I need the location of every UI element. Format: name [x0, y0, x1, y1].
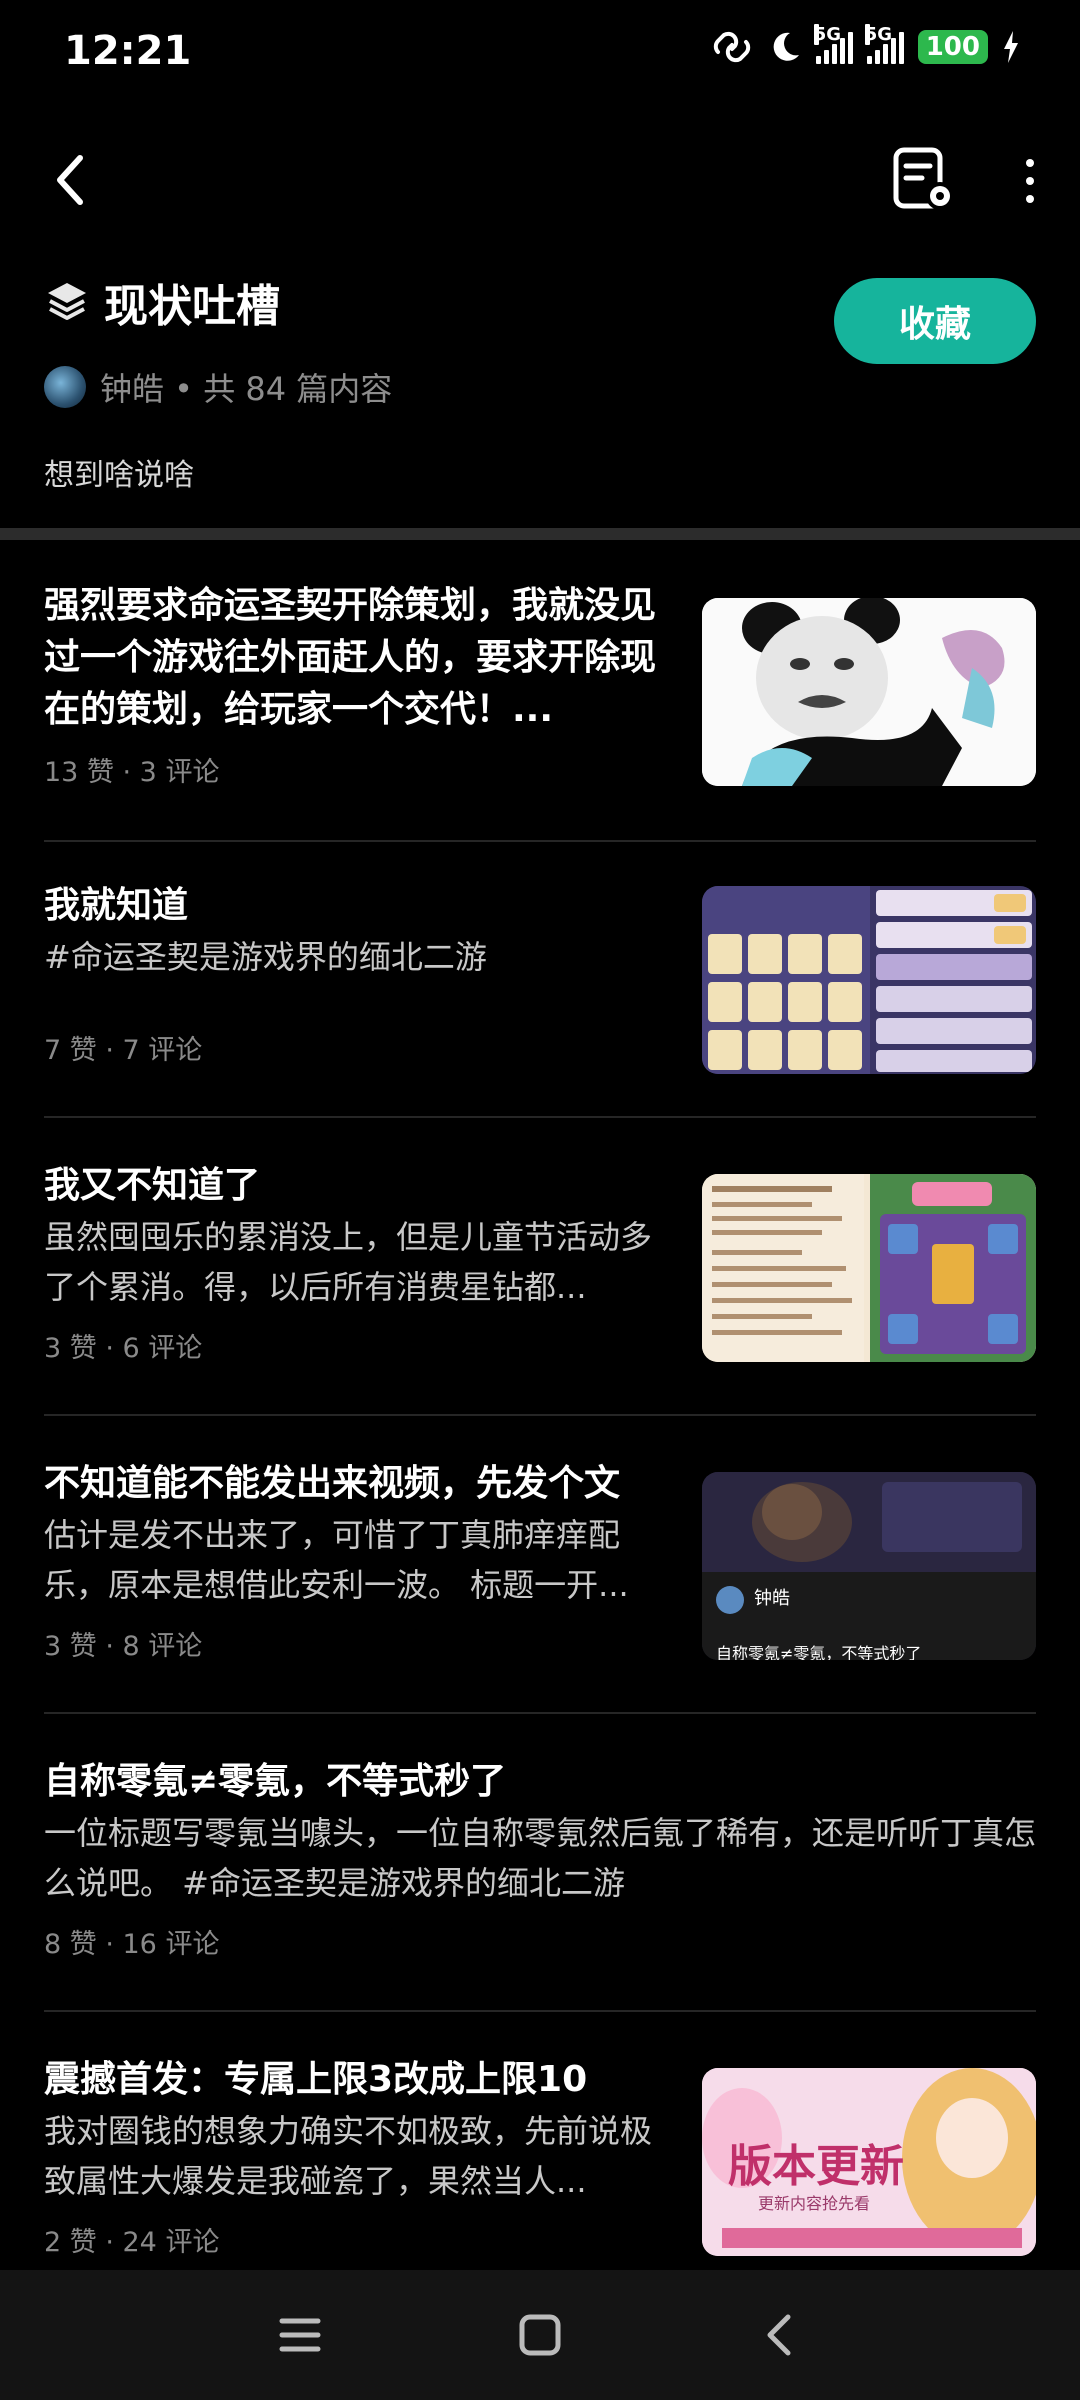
event-notice-screenshot-image [702, 1174, 1036, 1362]
network-type-2: 5G [864, 24, 893, 45]
collection-header: 现状吐槽 钟皓 • 共 84 篇内容 想到啥说啥 收藏 [44, 270, 1036, 520]
more-dot [1026, 177, 1034, 185]
signal-icon-2: 5G [864, 24, 904, 64]
post-stats: 7 赞 · 7 评论 [44, 1035, 203, 1066]
post-stats: 3 赞 · 8 评论 [44, 1631, 203, 1662]
battery-indicator: 100 [917, 30, 988, 64]
post-stats: 13 赞 · 3 评论 [44, 757, 220, 788]
back-button[interactable] [40, 148, 100, 212]
home-square-icon [519, 2314, 561, 2356]
menu-icon [279, 2318, 321, 2352]
post-thumbnail[interactable]: 钟皓 自称零氪≠零氪，不等式秒了 [702, 1472, 1036, 1660]
post-divider [44, 2010, 1036, 2012]
post-body: 一位标题写零氪当噱头，一位自称零氪然后氪了稀有，还是听听丁真怎么说吧。 #命运圣… [44, 1814, 1036, 1902]
collection-description: 想到啥说啥 [44, 458, 194, 493]
meme-panda-face-image [702, 598, 1036, 786]
post-thumbnail[interactable] [702, 1174, 1036, 1362]
back-triangle-icon [767, 2314, 791, 2356]
more-dot [1026, 159, 1034, 167]
charging-icon [1004, 31, 1018, 63]
post-title: 震撼首发：专属上限3改成上限10 [44, 2059, 588, 2100]
post-title: 自称零氪≠零氪，不等式秒了 [44, 1761, 507, 1802]
post-stats: 2 赞 · 24 评论 [44, 2227, 220, 2258]
post-item[interactable]: 震撼首发：专属上限3改成上限10 我对圈钱的想象力确实不如极致，先前说极致属性大… [44, 2054, 1036, 2259]
post-item[interactable]: 强烈要求命运圣契开除策划，我就没见过一个游戏往外面赶人的，要求开除现在的策划，给… [44, 580, 1036, 789]
post-item[interactable]: 自称零氪≠零氪，不等式秒了 一位标题写零氪当噱头，一位自称零氪然后氪了稀有，还是… [44, 1756, 1036, 1961]
post-stats: 3 赞 · 6 评论 [44, 1333, 203, 1364]
status-bar: 12:21 5G 5G 100 [0, 0, 1080, 110]
video-preview-image [702, 1472, 1036, 1660]
status-time: 12:21 [64, 28, 192, 74]
post-divider [44, 1414, 1036, 1416]
post-body: 虽然囤囤乐的累消没上，但是儿童节活动多了个累消。得，以后所有消费星钻都... [44, 1218, 653, 1306]
thumbnail-username: 钟皓 [754, 1588, 790, 1609]
post-divider [44, 840, 1036, 842]
status-icons: 5G 5G 100 [710, 24, 1020, 64]
post-thumbnail[interactable] [702, 598, 1036, 786]
top-nav [0, 130, 1080, 230]
section-divider [0, 528, 1080, 540]
menu-button[interactable] [260, 2295, 340, 2375]
system-back-button[interactable] [740, 2295, 820, 2375]
more-button[interactable] [1010, 146, 1050, 216]
document-settings-icon [893, 147, 954, 210]
thumbnail-subtitle: 更新内容抢先看 [758, 2194, 871, 2213]
post-body: 估计是发不出来了，可惜了丁真肺痒痒配乐，原本是想借此安利一波。 标题一开... [44, 1516, 629, 1604]
post-title: 我又不知道了 [44, 1165, 261, 1206]
home-button[interactable] [500, 2295, 580, 2375]
post-item[interactable]: 不知道能不能发出来视频，先发个文 估计是发不出来了，可惜了丁真肺痒痒配乐，原本是… [44, 1458, 1036, 1663]
collection-meta-row[interactable]: 钟皓 • 共 84 篇内容 [44, 364, 1036, 410]
game-shop-screenshot-image [702, 886, 1036, 1074]
post-stats: 8 赞 · 16 评论 [44, 1929, 220, 1960]
post-body: 我对圈钱的想象力确实不如极致，先前说极致属性大爆发是我碰瓷了，果然当人... [44, 2112, 653, 2200]
collection-title: 现状吐槽 [104, 281, 280, 332]
post-divider [44, 1116, 1036, 1118]
signal-icon: 5G [813, 24, 853, 64]
thumbnail-caption: 自称零氪≠零氪，不等式秒了 [716, 1644, 922, 1660]
post-thumbnail[interactable] [702, 886, 1036, 1074]
post-title: 我就知道 [44, 885, 189, 926]
post-body: #命运圣契是游戏界的缅北二游 [44, 938, 487, 976]
thumbnail-title: 版本更新 [728, 2141, 904, 2192]
collection-meta: 钟皓 • 共 84 篇内容 [100, 370, 393, 408]
network-type-1: 5G [813, 24, 842, 45]
post-title: 强烈要求命运圣契开除策划，我就没见过一个游戏往外面赶人的，要求开除现在的策划，给… [44, 585, 657, 730]
avatar[interactable] [44, 366, 86, 408]
post-item[interactable]: 我就知道 #命运圣契是游戏界的缅北二游 7 赞 · 7 评论 [44, 880, 1036, 1074]
post-title: 不知道能不能发出来视频，先发个文 [44, 1463, 621, 1504]
collection-settings-button[interactable] [888, 144, 960, 216]
system-nav-bar [0, 2270, 1080, 2400]
layers-icon [48, 283, 86, 320]
more-dot [1026, 195, 1034, 203]
post-divider [44, 1712, 1036, 1714]
post-thumbnail[interactable]: 版本更新 更新内容抢先看 [702, 2068, 1036, 2256]
post-item[interactable]: 我又不知道了 虽然囤囤乐的累消没上，但是儿童节活动多了个累消。得，以后所有消费星… [44, 1160, 1036, 1365]
moon-icon [773, 32, 799, 61]
link-icon [713, 31, 750, 63]
chevron-left-icon [57, 155, 83, 205]
favorite-button[interactable]: 收藏 [834, 278, 1036, 364]
